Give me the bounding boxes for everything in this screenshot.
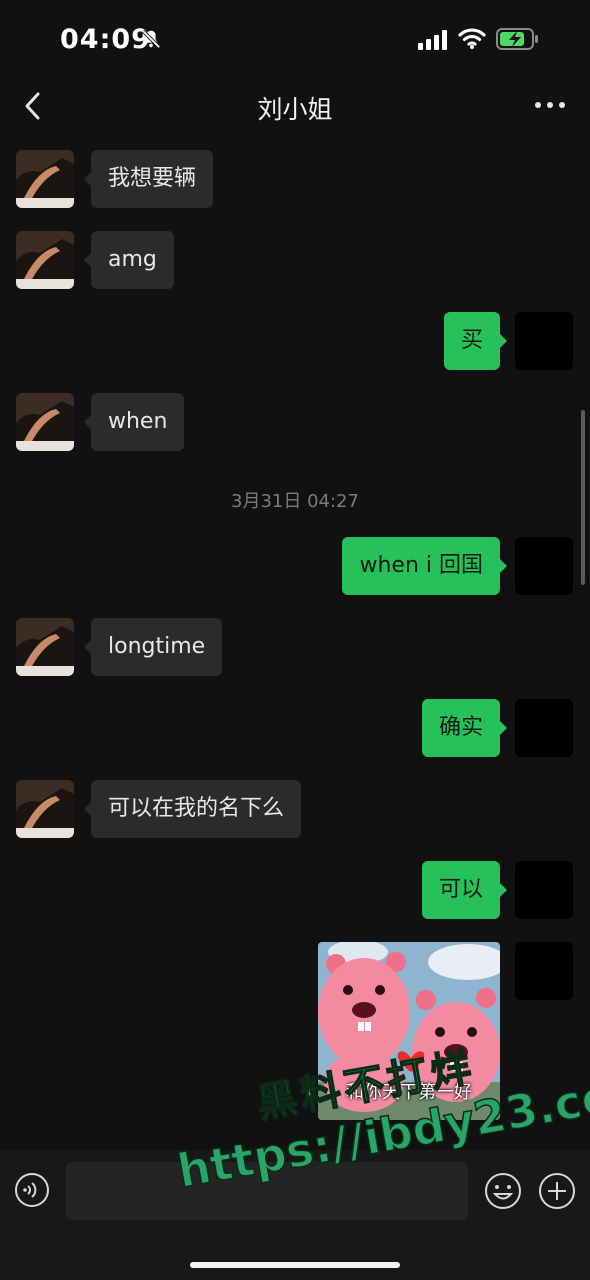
emoji-icon[interactable] [484, 1172, 522, 1210]
my-avatar[interactable] [515, 312, 573, 370]
voice-icon[interactable] [14, 1172, 50, 1208]
input-bar [0, 1150, 590, 1280]
message-bubble-sent[interactable]: 确实 [421, 699, 508, 757]
message-bubble[interactable]: longtime [83, 618, 223, 676]
add-circle-icon[interactable] [538, 1172, 576, 1210]
contact-avatar[interactable] [16, 231, 74, 289]
chat-header: 刘小姐 [0, 80, 590, 132]
wifi-icon [458, 28, 486, 49]
message-bubble[interactable]: amg [84, 231, 174, 289]
my-avatar[interactable] [515, 942, 573, 1000]
my-avatar[interactable] [515, 699, 573, 757]
sticker-message[interactable]: 和你天下第一好 [318, 942, 500, 1120]
contact-avatar[interactable] [16, 393, 74, 451]
my-avatar[interactable] [515, 861, 573, 919]
chat-title[interactable]: 刘小姐 [0, 90, 590, 126]
status-time: 04:09 [60, 24, 151, 55]
cellular-signal-icon [418, 30, 447, 50]
message-bubble-sent[interactable]: when i 回国 [342, 537, 507, 595]
bell-muted-icon [141, 29, 161, 49]
status-bar: 04:09 [0, 0, 590, 80]
contact-avatar[interactable] [16, 150, 74, 208]
message-bubble[interactable]: 可以在我的名下么 [83, 780, 302, 838]
message-list[interactable]: 我想要辆 amg 买 when 3月31日 04:27 when i 回国 lo… [0, 140, 590, 1150]
message-bubble[interactable]: when [83, 393, 185, 451]
battery-charging-icon [496, 28, 538, 50]
message-input[interactable] [66, 1162, 468, 1220]
contact-avatar[interactable] [16, 780, 74, 838]
message-timestamp: 3月31日 04:27 [231, 491, 359, 512]
scrollbar[interactable] [581, 410, 585, 585]
contact-avatar[interactable] [16, 618, 74, 676]
more-dots-icon[interactable] [530, 90, 570, 120]
sticker-caption: 和你天下第一好 [346, 1082, 472, 1103]
message-bubble-sent[interactable]: 买 [443, 312, 508, 370]
message-bubble-sent[interactable]: 可以 [421, 861, 508, 919]
my-avatar[interactable] [515, 537, 573, 595]
message-bubble[interactable]: 我想要辆 [83, 150, 214, 208]
home-indicator [190, 1262, 400, 1268]
